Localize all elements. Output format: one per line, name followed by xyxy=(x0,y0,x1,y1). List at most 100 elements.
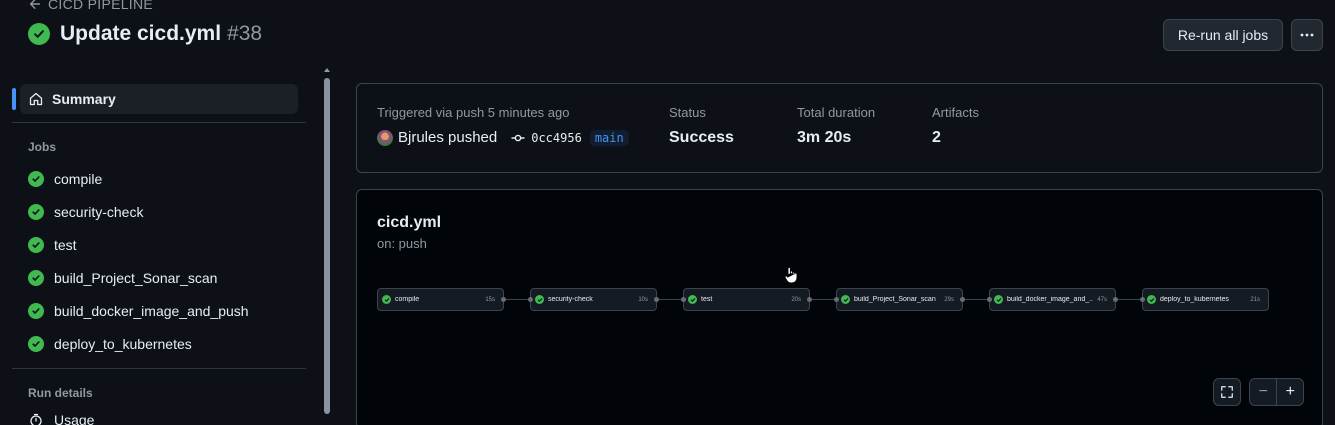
check-circle-fill-icon xyxy=(28,336,44,352)
sidebar-job-compile[interactable]: compile xyxy=(20,165,300,193)
node-name: security-check xyxy=(548,296,593,303)
stopwatch-icon xyxy=(30,413,42,425)
commit-sha-link[interactable]: 0cc4956 xyxy=(531,131,582,145)
summary-active-indicator xyxy=(12,88,16,110)
node-duration: 21s xyxy=(1250,296,1260,303)
sidebar-job-build-docker-image-and-push[interactable]: build_docker_image_and_push xyxy=(20,297,300,325)
graph-connector xyxy=(1116,299,1142,300)
jobs-heading: Jobs xyxy=(28,140,57,154)
more-options-button[interactable] xyxy=(1291,19,1323,51)
job-label: security-check xyxy=(54,204,144,220)
node-port-dot xyxy=(1113,297,1118,302)
node-port-dot xyxy=(654,297,659,302)
sidebar-job-build-project-sonar-scan[interactable]: build_Project_Sonar_scan xyxy=(20,264,300,292)
scroll-up-arrow-icon[interactable] xyxy=(324,68,330,72)
sidebar-job-test[interactable]: test xyxy=(20,231,300,259)
node-port-dot xyxy=(528,297,533,302)
workflow-file-title[interactable]: cicd.yml xyxy=(377,214,441,232)
node-name: build_docker_image_and_... xyxy=(1007,296,1094,303)
node-port-dot xyxy=(501,297,506,302)
node-duration: 47s xyxy=(1097,296,1107,303)
node-port-dot xyxy=(1140,297,1145,302)
hand-cursor-icon xyxy=(784,266,798,284)
run-number: #38 xyxy=(227,22,263,45)
workflow-trigger: on: push xyxy=(377,236,427,251)
node-duration: 20s xyxy=(791,296,801,303)
graph-node-compile[interactable]: compile 15s xyxy=(377,288,504,311)
artifacts-label: Artifacts xyxy=(932,105,979,120)
zoom-in-button[interactable]: + xyxy=(1276,379,1303,405)
back-link[interactable]: CICD PIPELINE xyxy=(28,0,153,12)
node-port-dot xyxy=(987,297,992,302)
graph-connector xyxy=(504,299,530,300)
zoom-out-button[interactable]: − xyxy=(1250,379,1276,405)
sidebar-item-usage[interactable]: Usage xyxy=(20,412,94,425)
graph-connector xyxy=(810,299,836,300)
fullscreen-button[interactable] xyxy=(1213,378,1241,406)
duration-value[interactable]: 3m 20s xyxy=(797,129,851,147)
job-label: deploy_to_kubernetes xyxy=(54,336,192,352)
graph-node-security-check[interactable]: security-check 10s xyxy=(530,288,657,311)
node-port-dot xyxy=(681,297,686,302)
workflow-run-page: CICD PIPELINE Update cicd.yml #38 Re-run… xyxy=(0,0,1335,425)
back-link-label[interactable]: CICD PIPELINE xyxy=(48,0,153,12)
check-circle-fill-icon xyxy=(28,204,44,220)
check-circle-fill-icon xyxy=(841,295,850,304)
node-name: test xyxy=(701,296,713,303)
duration-label: Total duration xyxy=(797,105,876,120)
usage-label: Usage xyxy=(54,412,95,425)
sidebar-item-label: Summary xyxy=(52,91,116,107)
graph-connector xyxy=(963,299,989,300)
pusher-link[interactable]: Bjrules pushed xyxy=(398,129,497,146)
scrollbar-thumb[interactable] xyxy=(324,78,330,414)
node-duration: 15s xyxy=(485,296,495,303)
graph-node-test[interactable]: test 20s xyxy=(683,288,810,311)
git-commit-icon xyxy=(510,130,526,146)
graph-node-build-project-sonar-scan[interactable]: build_Project_Sonar_scan 29s xyxy=(836,288,963,311)
job-label: build_Project_Sonar_scan xyxy=(54,270,218,286)
sidebar-scrollbar[interactable] xyxy=(322,68,332,425)
sidebar-job-security-check[interactable]: security-check xyxy=(20,198,300,226)
node-port-dot xyxy=(834,297,839,302)
page-title: Update cicd.yml xyxy=(60,22,222,45)
node-port-dot xyxy=(960,297,965,302)
check-circle-fill-icon xyxy=(535,295,544,304)
arrow-left-icon xyxy=(29,0,41,9)
avatar[interactable] xyxy=(377,129,393,146)
divider xyxy=(12,122,306,123)
artifacts-value[interactable]: 2 xyxy=(932,129,941,147)
kebab-horizontal-icon xyxy=(1300,33,1314,37)
status-value: Success xyxy=(669,129,734,146)
job-label: build_docker_image_and_push xyxy=(54,303,249,319)
graph-node-build-docker-image-and-push[interactable]: build_docker_image_and_... 47s xyxy=(989,288,1116,311)
zoom-controls: − + xyxy=(1249,378,1304,406)
workflow-graph-card: cicd.yml on: push compile 15s security-c… xyxy=(356,189,1323,425)
divider xyxy=(12,368,306,369)
run-title-row: Update cicd.yml #38 xyxy=(28,22,262,46)
graph-connector xyxy=(657,299,683,300)
sidebar-job-deploy-to-kubernetes[interactable]: deploy_to_kubernetes xyxy=(20,330,300,358)
screen-full-icon xyxy=(1221,386,1233,398)
check-circle-fill-icon xyxy=(28,270,44,286)
node-duration: 10s xyxy=(638,296,648,303)
sidebar-item-summary[interactable]: Summary xyxy=(20,84,298,114)
status-label: Status xyxy=(669,105,706,120)
check-circle-fill-icon xyxy=(28,237,44,253)
check-circle-fill-icon xyxy=(688,295,697,304)
check-circle-fill-icon xyxy=(1147,295,1156,304)
trigger-details: Bjrules pushed 0cc4956 main xyxy=(377,129,629,146)
job-label: test xyxy=(54,237,77,253)
graph-node-deploy-to-kubernetes[interactable]: deploy_to_kubernetes 21s xyxy=(1142,288,1269,311)
branch-label[interactable]: main xyxy=(589,129,629,146)
job-label: compile xyxy=(54,171,103,187)
check-circle-fill-icon xyxy=(28,303,44,319)
rerun-all-jobs-button[interactable]: Re-run all jobs xyxy=(1163,19,1283,51)
node-name: compile xyxy=(395,296,420,303)
sidebar: Summary Jobs compile security-check test… xyxy=(0,66,320,425)
trigger-label: Triggered via push 5 minutes ago xyxy=(377,105,570,120)
check-circle-fill-icon xyxy=(28,23,50,45)
check-circle-fill-icon xyxy=(28,171,44,187)
node-port-dot xyxy=(807,297,812,302)
home-icon xyxy=(29,92,43,106)
node-name: build_Project_Sonar_scan xyxy=(854,296,936,303)
